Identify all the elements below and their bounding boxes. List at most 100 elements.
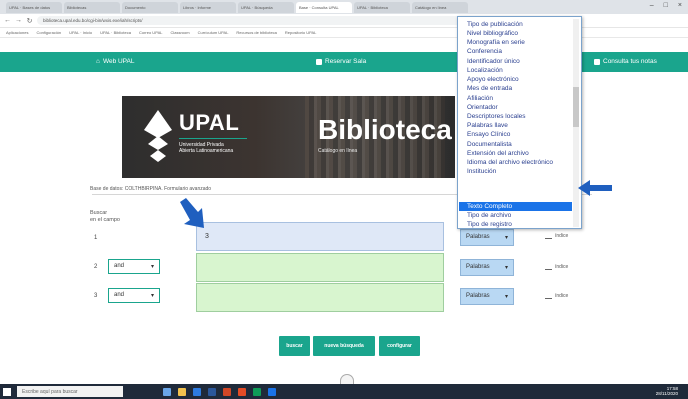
browser-tab[interactable]: UPAL · Bases de datos xyxy=(6,1,62,13)
close-icon[interactable]: × xyxy=(678,2,682,9)
dropdown-option[interactable]: Orientador xyxy=(467,104,498,111)
nav-check-grades[interactable]: Consulta tus notas xyxy=(594,58,657,65)
browser-tab[interactable]: Documento xyxy=(122,1,178,13)
file-explorer-icon[interactable] xyxy=(178,387,186,396)
field-select[interactable]: Palabras ▾ xyxy=(460,259,514,276)
browser-tab[interactable]: Bibliotecas xyxy=(64,1,120,13)
search-term-input[interactable]: 3 xyxy=(196,222,444,251)
dropdown-option[interactable]: Documentalista xyxy=(467,141,512,148)
taskbar: Escribe aquí para buscar 17:58 28/11/202… xyxy=(0,384,688,399)
powerpoint-icon[interactable] xyxy=(223,387,231,396)
chevron-down-icon: ▾ xyxy=(504,294,508,300)
upal-logo-icon xyxy=(144,110,172,162)
nav-web-upal[interactable]: ⌂ Web UPAL xyxy=(96,58,135,65)
bookmark-item[interactable]: Aplicaciones xyxy=(6,30,28,35)
maximize-icon[interactable]: □ xyxy=(664,2,668,9)
dropdown-option[interactable]: Mes de entrada xyxy=(467,85,512,92)
logo-subtitle: Universidad Privada Abierta Latinoameric… xyxy=(179,142,233,154)
field-select[interactable]: Palabras ▾ xyxy=(460,288,514,305)
dropdown-option[interactable]: Idioma del archivo electrónico xyxy=(467,159,553,166)
minimize-icon[interactable]: – xyxy=(650,2,654,9)
operator-value: and xyxy=(114,292,125,298)
browser-tab[interactable]: UPAL · Búsqueda xyxy=(238,1,294,13)
reload-icon[interactable]: ↻ xyxy=(26,17,33,25)
dropdown-scroll-thumb[interactable] xyxy=(573,87,579,127)
search-label-text: Buscar xyxy=(90,210,108,216)
store-icon[interactable] xyxy=(193,387,201,396)
browser-icon[interactable] xyxy=(268,387,276,396)
nav-reserve-room[interactable]: Reservar Sala xyxy=(316,58,366,65)
index-link[interactable]: índice xyxy=(545,233,568,239)
brand-subtitle: Catálogo en línea xyxy=(318,148,358,154)
field-select[interactable]: Palabras ▾ xyxy=(460,229,514,246)
bookmark-item[interactable]: Classroom xyxy=(170,30,189,35)
bookmarks-bar: Aplicaciones Configuración UPAL · Inicio… xyxy=(0,28,688,38)
search-term-input[interactable] xyxy=(196,253,444,282)
windows-start-icon[interactable] xyxy=(0,384,14,399)
scroll-indicator-icon[interactable] xyxy=(340,374,354,384)
chrome-icon[interactable] xyxy=(238,387,246,396)
home-icon: ⌂ xyxy=(96,58,100,65)
dropdown-option[interactable]: Afiliación xyxy=(467,95,493,102)
bookmark-item[interactable]: Configuración xyxy=(36,30,61,35)
chevron-down-icon: ▾ xyxy=(150,264,154,270)
bookmark-item[interactable]: UPAL · Biblioteca xyxy=(100,30,131,35)
dropdown-option[interactable]: Nivel bibliográfico xyxy=(467,30,518,37)
dropdown-option[interactable]: Institución xyxy=(467,168,496,175)
dropdown-option[interactable]: Conferencia xyxy=(467,48,502,55)
dropdown-option[interactable]: Ensayo Clínico xyxy=(467,131,510,138)
browser-tab[interactable]: UPAL · Biblioteca xyxy=(354,1,410,13)
nav-query-label: Consulta tus notas xyxy=(603,58,657,65)
task-view-icon[interactable] xyxy=(163,387,171,396)
bookmark-item[interactable]: Currículum UPAL xyxy=(198,30,229,35)
new-search-button[interactable]: nueva búsqueda xyxy=(313,336,375,356)
index-label: índice xyxy=(555,293,569,299)
browser-tab-active[interactable]: Base · Consulta UPAL xyxy=(296,1,352,13)
logo-title: UPAL xyxy=(179,110,240,135)
index-icon xyxy=(545,265,552,270)
browser-tab[interactable]: Catálogo en línea xyxy=(412,1,468,13)
field-select-value: Palabras xyxy=(466,264,490,270)
index-link[interactable]: índice xyxy=(545,293,568,299)
window-controls: – □ × xyxy=(650,2,682,9)
word-icon[interactable] xyxy=(208,387,216,396)
index-icon xyxy=(545,234,552,239)
chevron-down-icon: ▾ xyxy=(504,265,508,271)
taskbar-search-field[interactable]: Escribe aquí para buscar xyxy=(17,386,123,397)
configure-button[interactable]: configurar xyxy=(379,336,420,356)
operator-select[interactable]: and ▾ xyxy=(108,259,160,274)
operator-select[interactable]: and ▾ xyxy=(108,288,160,303)
dropdown-option[interactable]: Tipo de archivo xyxy=(467,212,511,219)
nav-web-label: Web UPAL xyxy=(102,58,135,65)
chevron-down-icon: ▾ xyxy=(150,293,154,299)
logo-subtitle-line: Abierta Latinoamericana xyxy=(179,148,234,154)
search-term-input[interactable] xyxy=(196,283,444,312)
dropdown-option[interactable]: Localización xyxy=(467,67,503,74)
bookmark-item[interactable]: UPAL · Inicio xyxy=(69,30,92,35)
taskbar-clock[interactable]: 17:58 28/11/2020 xyxy=(656,386,678,396)
bookmark-item[interactable]: Correo UPAL xyxy=(139,30,163,35)
browser-tab[interactable]: Libros · Informe xyxy=(180,1,236,13)
search-button[interactable]: buscar xyxy=(279,336,310,356)
field-select-value: Palabras xyxy=(466,234,490,240)
dropdown-option[interactable]: Descriptores locales xyxy=(467,113,526,120)
back-icon[interactable]: ← xyxy=(4,17,11,24)
forward-icon[interactable]: → xyxy=(15,17,22,24)
index-link[interactable]: índice xyxy=(545,264,568,270)
dropdown-option[interactable]: Tipo de registro xyxy=(467,221,512,228)
row-number: 1 xyxy=(94,235,98,241)
dropdown-option[interactable]: Tipo de publicación xyxy=(467,21,523,28)
dropdown-option[interactable]: Monografía en serie xyxy=(467,39,525,46)
index-icon xyxy=(545,294,552,299)
dropdown-option-selected[interactable]: Texto Completo xyxy=(467,203,512,210)
app-icon[interactable] xyxy=(253,387,261,396)
bookmark-item[interactable]: Repositorio UPAL xyxy=(285,30,317,35)
calendar-icon xyxy=(316,58,322,65)
dropdown-option[interactable]: Identificador único xyxy=(467,58,520,65)
url-field[interactable]: biblioteca.upal.edu.bo/cgi-bin/wxis.exe/… xyxy=(37,16,507,25)
dropdown-option[interactable]: Apoyo electrónico xyxy=(467,76,519,83)
bookmark-item[interactable]: Recursos de biblioteca xyxy=(236,30,276,35)
row-number: 2 xyxy=(94,264,98,270)
dropdown-option[interactable]: Palabras llave xyxy=(467,122,508,129)
dropdown-option[interactable]: Extensión del archivo xyxy=(467,150,529,157)
